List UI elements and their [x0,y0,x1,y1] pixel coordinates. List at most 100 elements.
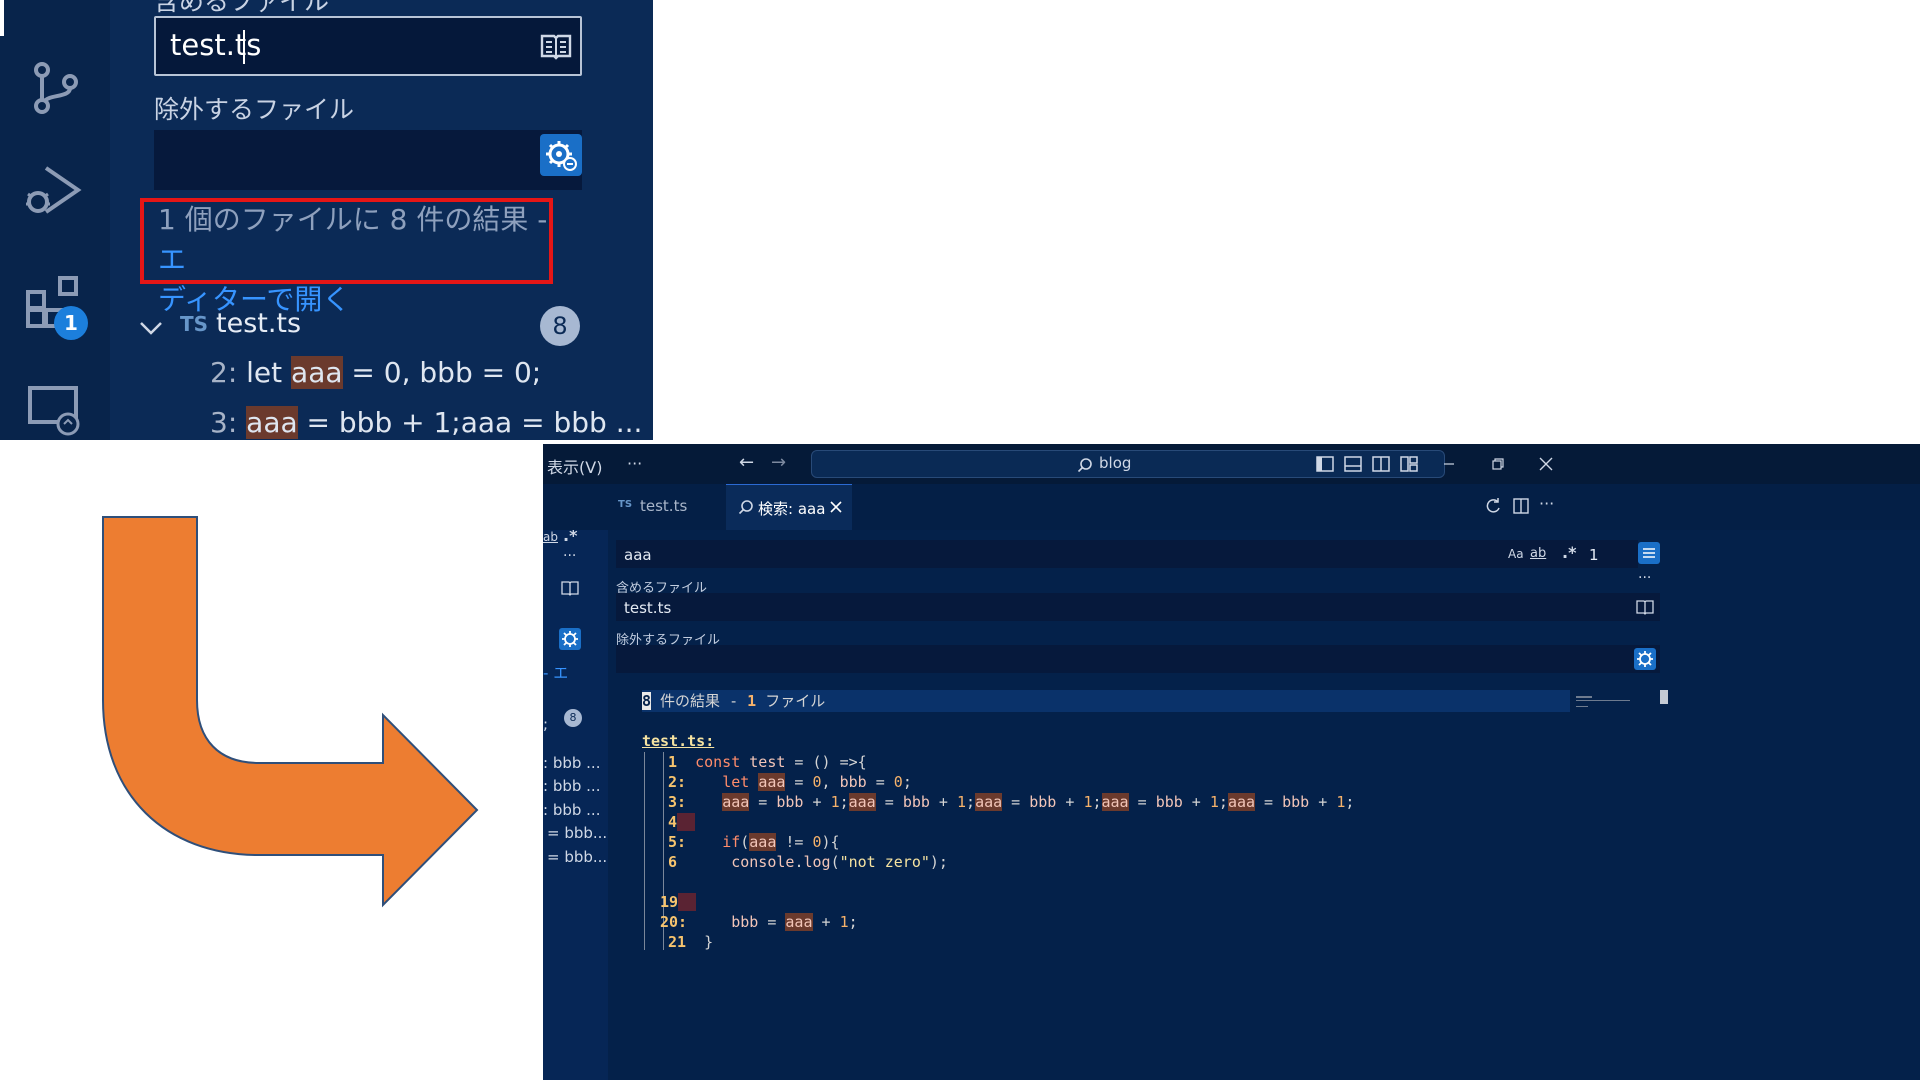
code-line[interactable]: 1 const test = () =>{ [668,752,867,772]
match-row-fragment[interactable]: ; [543,715,548,733]
open-in-editor-link-fragment[interactable]: - エ [543,662,568,683]
search-sidebar: 含めるファイル test.ts 除外するファイル 1 個のファイルに 8 件の結… [110,0,653,440]
search-query-value: aaa [624,546,652,564]
exclude-input[interactable] [616,645,1660,673]
toggle-context-lines-button[interactable] [1638,542,1660,564]
close-window-icon[interactable] [1534,452,1558,476]
search-query-input[interactable]: aaa Aa ab .* [616,540,1638,568]
results-mid: 件の結果 - [651,692,748,710]
active-indicator [0,0,4,36]
use-exclude-settings-button[interactable] [540,134,582,176]
tab-label: 検索: aaa [758,500,826,518]
toggle-primary-sidebar-icon[interactable] [1313,452,1337,476]
tab-label: test.ts [640,497,688,515]
command-center-text: blog [1099,454,1132,472]
menu-view[interactable]: 表示(V) [547,454,602,478]
menu-more[interactable]: ··· [627,454,642,473]
use-exclude-settings-button[interactable] [1634,648,1656,670]
toggle-panel-icon[interactable] [1341,452,1365,476]
zoomed-search-panel: 1 含めるファイル test.ts 除外するファイル 1 個のファイルに 8 件… [0,0,653,440]
code-line[interactable]: 3: aaa = bbb + 1;aaa = bbb + 1;aaa = bbb… [668,792,1354,812]
match-snippet: bbb ... [552,754,601,772]
code-line[interactable]: 21 } [668,932,713,952]
activity-bar: 1 [0,0,110,440]
match-whole-word-icon[interactable]: ab [1530,546,1546,561]
tab-bar: TS test.ts 検索: aaa ··· [543,484,1920,530]
editor-more-actions[interactable]: ··· [1539,494,1554,513]
exclude-input[interactable] [154,130,582,190]
open-in-editor-link[interactable]: エ [158,243,186,276]
restore-icon[interactable] [1486,452,1510,476]
tab-search-editor[interactable]: 検索: aaa [726,484,852,530]
include-input[interactable]: test.ts [616,593,1660,621]
code-line[interactable]: 20: bbb = aaa + 1; [660,912,858,932]
context-gutter-line [644,752,645,950]
minimap [1576,692,1634,710]
book-icon[interactable] [1636,599,1654,615]
match-snippet: bbb ... [552,777,601,795]
title-bar: 表示(V) ··· ← → blog [543,444,1920,484]
results-text: 1 個のファイルに 8 件の結果 - [158,203,548,236]
close-icon[interactable] [830,501,842,513]
book-icon[interactable] [561,580,579,596]
exclude-label: 除外するファイル [154,95,355,124]
code-line[interactable]: 6 console.log("not zero"); [668,852,948,872]
gear-icon [546,141,577,171]
toggle-secondary-sidebar-icon[interactable] [1369,452,1393,476]
code-line[interactable]: 19 [660,892,697,912]
open-in-editor-link-char: エ [553,664,569,682]
code-line[interactable]: 2: let aaa = 0, bbb = 0; [668,772,912,792]
customize-layout-icon[interactable] [1397,452,1421,476]
file-header[interactable]: test.ts: [642,732,714,750]
match-row-fragment[interactable]: : bbb ... [543,801,600,819]
context-lines-input[interactable]: 1 [1581,540,1631,568]
match-case-icon[interactable]: Aa [1508,547,1524,561]
match-row-fragment[interactable]: : bbb ... [543,777,600,795]
transition-arrow [102,516,479,908]
search-editor: aaa Aa ab .* 1 含めるファイル ··· test.ts 除外するフ… [608,530,1920,1080]
run-debug-icon[interactable] [24,160,84,220]
source-control-icon[interactable] [24,58,84,118]
list-icon [1643,548,1655,558]
minimize-icon[interactable] [1437,452,1461,476]
use-exclude-settings-button[interactable] [559,628,581,650]
more-options-icon[interactable]: ··· [1638,570,1651,586]
remote-explorer-icon[interactable] [24,380,84,440]
results-count: 8 [642,692,652,710]
split-editor-icon[interactable] [1511,496,1531,516]
chevron-down-icon[interactable] [138,318,164,338]
vscode-window: 表示(V) ··· ← → blog ab .* ··· - エ 8 ; : b… [543,444,1920,1080]
code-line[interactable]: 5: if(aaa != 0){ [668,832,840,852]
match-row-fragment[interactable]: = bbb... [547,824,607,842]
results-tail: ファイル [756,692,826,710]
include-input[interactable]: test.ts [154,16,582,76]
match-row-fragment[interactable]: = bbb... [547,848,607,866]
regex-icon[interactable]: .* [1562,543,1576,562]
scrollbar-thumb[interactable] [1660,690,1668,704]
results-summary: 1 個のファイルに 8 件の結果 - エ ディターで開く [158,200,553,320]
back-arrow-icon[interactable]: ← [739,452,754,473]
more-options-icon[interactable]: ··· [563,548,576,564]
match-row[interactable]: 3: aaa = bbb + 1;aaa = bbb ... [210,406,642,439]
match-count-badge: 8 [564,709,582,727]
include-value: test.ts [170,28,262,62]
book-icon[interactable] [540,32,572,60]
forward-arrow-icon[interactable]: → [771,452,786,473]
text-caret [243,30,245,64]
rerun-search-icon[interactable] [1483,496,1503,516]
gear-icon [1637,651,1653,667]
search-icon [738,500,753,515]
match-count-badge: 8 [540,306,580,346]
file-result-row[interactable]: TS test.ts [138,308,568,348]
extensions-badge: 1 [54,306,88,340]
code-line[interactable]: 4 [668,812,696,832]
match-snippet: bbb ... [552,801,601,819]
results-header-line: 8 件の結果 - 1 ファイル [642,690,1570,712]
match-row-fragment[interactable]: : bbb ... [543,754,600,772]
search-icon [1077,458,1092,473]
match-whole-word-icon[interactable]: ab [543,530,558,544]
match-row[interactable]: 2: let aaa = 0, bbb = 0; [210,356,541,389]
search-sidebar-clipped: ab .* ··· - エ 8 ; : bbb ... : bbb ... : … [543,484,608,1080]
tab-test-ts[interactable]: TS test.ts [608,484,726,530]
include-value: test.ts [624,599,672,617]
